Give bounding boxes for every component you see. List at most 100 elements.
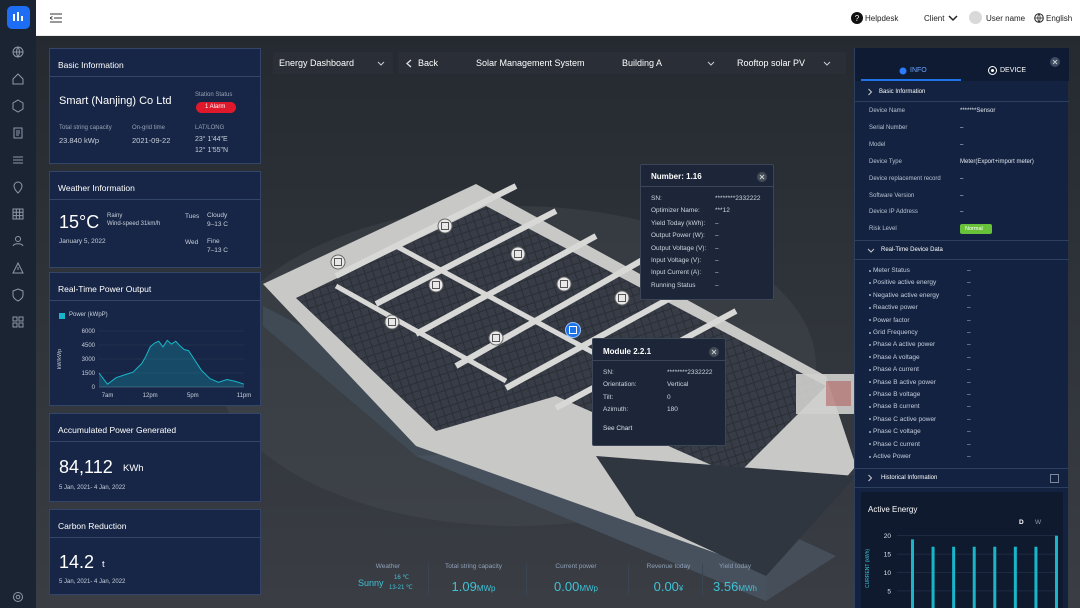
risk-badge: Normal xyxy=(960,224,992,234)
bullet-dot xyxy=(869,319,871,322)
realtime-field-label: Phase C current xyxy=(873,440,920,448)
realtime-field-label: Phase B current xyxy=(873,403,920,411)
dashboard-selector[interactable]: Energy Dashboard xyxy=(273,52,393,74)
collapse-menu-icon[interactable] xyxy=(50,13,62,23)
chevron-right-icon[interactable] xyxy=(867,474,873,482)
device-info-panel: INFO DEVICE Basic Information Device Nam… xyxy=(854,48,1069,608)
realtime-field-value: – xyxy=(967,341,971,349)
tab-info[interactable]: INFO xyxy=(910,67,927,74)
popup-field-value: – xyxy=(715,257,719,264)
bullet-dot xyxy=(869,393,871,396)
cube-icon[interactable] xyxy=(11,99,25,113)
realtime-field-value: – xyxy=(967,329,971,336)
popup-field-value: 0 xyxy=(667,393,671,401)
section-realtime[interactable]: Real-Time Device Data xyxy=(881,247,943,253)
energy-title: Active Energy xyxy=(868,505,918,514)
device-field-label: Device Name xyxy=(869,108,906,114)
tab-device[interactable]: DEVICE xyxy=(1000,67,1026,74)
sliders-icon[interactable] xyxy=(11,153,25,167)
realtime-field-label: Phase B active power xyxy=(873,378,936,386)
popup-field-label: Output Power (W): xyxy=(651,232,705,240)
home-icon[interactable] xyxy=(11,72,25,86)
company-name: Smart (Nanjing) Co Ltd xyxy=(59,95,172,107)
export-icon[interactable] xyxy=(1050,474,1059,483)
energy-bar xyxy=(972,546,976,608)
popup-field-value: Vertical xyxy=(667,381,689,389)
help-icon[interactable]: ? xyxy=(851,12,863,24)
realtime-field-value: – xyxy=(967,267,971,274)
realtime-field-value: – xyxy=(967,428,971,436)
day-toggle[interactable]: D xyxy=(1019,519,1024,526)
settings-icon[interactable] xyxy=(11,590,25,604)
stat-weather: Weather Sunny 16 ℃ 13-21 ℃ xyxy=(358,563,413,591)
bullet-dot xyxy=(869,405,871,408)
x-tick-label: 5pm xyxy=(187,393,199,399)
section-history[interactable]: Historical Information xyxy=(881,475,937,481)
popup-field-label: SN: xyxy=(651,195,662,202)
close-icon[interactable] xyxy=(757,172,767,182)
bullet-dot xyxy=(869,443,871,446)
site-selector[interactable]: Rooftop solar PV xyxy=(737,58,805,68)
stat-capacity: Total string capacity 1.09MWp xyxy=(444,563,503,594)
app-logo[interactable] xyxy=(7,6,30,29)
chevron-right-icon[interactable] xyxy=(867,88,873,96)
building-selector[interactable]: Building A xyxy=(622,58,662,68)
globe-icon[interactable] xyxy=(11,45,25,59)
realtime-field-value: – xyxy=(967,378,971,386)
popup-field-value: 180 xyxy=(667,406,678,414)
weather-panel: Weather Information 15°C Rainy Wind-spee… xyxy=(49,171,261,268)
energy-bar xyxy=(1055,535,1058,608)
device-field-value: – xyxy=(960,175,964,182)
device-field-label: Serial Number xyxy=(869,124,908,131)
panel-title: Weather Information xyxy=(50,172,260,200)
back-arrow-icon[interactable] xyxy=(406,59,412,68)
client-dropdown[interactable]: Client xyxy=(924,14,944,23)
y-tick-label: 10 xyxy=(884,570,892,577)
see-chart-link[interactable]: See Chart xyxy=(603,425,632,432)
popup-field-value: – xyxy=(715,219,719,227)
back-button[interactable]: Back xyxy=(418,58,438,68)
helpdesk-link[interactable]: Helpdesk xyxy=(865,14,898,23)
popup-field-label: Tilt: xyxy=(603,393,614,401)
language-selector[interactable]: English xyxy=(1046,14,1072,23)
tab-indicator xyxy=(861,79,961,81)
device-field-value: *******Sensor xyxy=(960,108,996,114)
location-icon[interactable] xyxy=(11,180,25,194)
popup-field-value: – xyxy=(715,244,719,252)
chevron-down-icon[interactable] xyxy=(948,14,958,22)
realtime-field-label: Phase A current xyxy=(873,366,919,374)
basic-info-panel: Basic Information Smart (Nanjing) Co Ltd… xyxy=(49,48,261,164)
realtime-field-label: Positive active energy xyxy=(873,279,937,287)
device-field-label: Software Version xyxy=(869,192,915,199)
popup-field-label: SN: xyxy=(603,369,614,376)
legend-label: Power (kWpP) xyxy=(69,312,108,318)
x-tick-label: 12pm xyxy=(143,393,158,399)
close-icon[interactable] xyxy=(1050,57,1060,67)
alarm-badge[interactable]: 1 Alarm xyxy=(196,102,236,113)
realtime-field-label: Phase C active power xyxy=(873,415,937,423)
chevron-down-icon[interactable] xyxy=(707,61,715,67)
apps-icon[interactable] xyxy=(11,315,25,329)
system-title: Solar Management System xyxy=(476,58,585,68)
shield-icon[interactable] xyxy=(11,288,25,302)
popup-title: Module 2.2.1 xyxy=(603,347,652,356)
close-icon[interactable] xyxy=(709,347,719,357)
warning-icon[interactable] xyxy=(11,261,25,275)
week-toggle[interactable]: W xyxy=(1035,519,1041,526)
section-basic-info[interactable]: Basic Information xyxy=(879,89,925,95)
accumulated-power-panel: Accumulated Power Generated 84,112 KWh 5… xyxy=(49,413,261,502)
energy-bar xyxy=(952,546,956,608)
users-icon[interactable] xyxy=(11,234,25,248)
chevron-down-icon[interactable] xyxy=(867,248,875,254)
popup-title: Number: 1.16 xyxy=(651,172,702,181)
avatar[interactable] xyxy=(969,11,982,24)
chevron-down-icon[interactable] xyxy=(823,61,831,67)
realtime-field-value: – xyxy=(967,440,971,448)
y-tick-label: 20 xyxy=(884,533,892,540)
user-name[interactable]: User name xyxy=(986,14,1025,23)
document-icon[interactable] xyxy=(11,126,25,140)
bullet-dot xyxy=(869,418,871,421)
x-tick-label: 11pm xyxy=(237,393,252,399)
grid-icon[interactable] xyxy=(11,207,25,221)
language-globe-icon[interactable] xyxy=(1034,13,1044,23)
